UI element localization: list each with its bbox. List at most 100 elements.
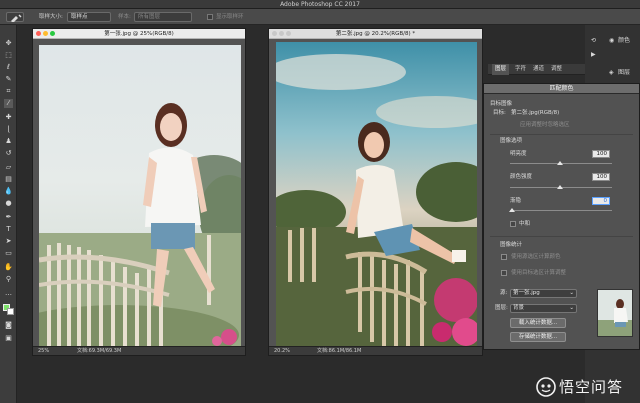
neutralize-label: 中和 [519, 221, 531, 227]
tab-adjustments[interactable]: 调整 [548, 64, 565, 75]
chevron-down-icon: ⌄ [569, 305, 574, 311]
healing-tool-icon[interactable]: ✚ [4, 113, 13, 122]
tab-character[interactable]: 字符 [512, 64, 529, 75]
tools-panel: ✥ ⬚ ℓ ✎ ⌗ ⁄ ✚ ɭ ♟ ↺ ▱ ▤ 💧 ● ✒ T ➤ ▭ ✋ ⚲ … [0, 25, 17, 403]
marquee-tool-icon[interactable]: ⬚ [4, 51, 13, 60]
app-titlebar: Adobe Photoshop CC 2017 [0, 0, 640, 9]
source-select[interactable]: 第一张.jpg ⌄ [510, 289, 577, 298]
document-tab-1[interactable]: 第一张.jpg @ 25%(RGB/8) [33, 29, 245, 39]
save-statistics-button[interactable]: 存储统计数据... [510, 332, 566, 342]
lasso-tool-icon[interactable]: ℓ [4, 63, 13, 72]
shape-tool-icon[interactable]: ▭ [4, 249, 13, 258]
type-tool-icon[interactable]: T [4, 225, 13, 234]
hand-tool-icon[interactable]: ✋ [4, 263, 13, 272]
document-title: 第一张.jpg @ 25%(RGB/8) [104, 31, 174, 37]
layers-panel-tabs: 图层 字符 通道 调整 [488, 64, 585, 75]
divider [490, 236, 633, 237]
screen-mode-icon[interactable]: ▣ [4, 334, 13, 343]
show-ring-checkbox[interactable] [207, 14, 213, 20]
eyedropper-tool-icon[interactable]: ⁄ [4, 99, 13, 108]
document-window-1[interactable]: 第一张.jpg @ 25%(RGB/8) 25% 文档:69.3M/69.3M [32, 28, 246, 356]
sample-label: 样本: [118, 14, 131, 20]
tab-channels[interactable]: 通道 [530, 64, 547, 75]
use-source-selection-checkbox[interactable] [501, 254, 507, 260]
use-target-selection-checkbox[interactable] [501, 270, 507, 276]
blur-tool-icon[interactable]: 💧 [4, 187, 13, 196]
layer-select[interactable]: 背景 ⌄ [510, 304, 577, 313]
background-color-swatch[interactable] [7, 308, 14, 315]
luminance-slider-knob[interactable] [557, 161, 563, 165]
color-intensity-label: 颜色强度 [510, 174, 533, 180]
document-title: 第二张.jpg @ 20.2%(RGB/8) * [335, 31, 416, 37]
zoom-level[interactable]: 20.2% [274, 347, 290, 355]
fade-slider-knob[interactable] [509, 208, 515, 212]
sample-size-label: 取样大小: [39, 14, 63, 20]
document-tab-2[interactable]: 第二张.jpg @ 20.2%(RGB/8) * [269, 29, 482, 39]
use-source-selection-label: 使用源选区计算颜色 [511, 254, 561, 260]
dodge-tool-icon[interactable]: ● [4, 199, 13, 208]
luminance-label: 明亮度 [510, 151, 527, 157]
use-target-selection-label: 使用目标选区计算调整 [511, 270, 567, 276]
color-intensity-input[interactable]: 100 [592, 173, 610, 181]
path-select-tool-icon[interactable]: ➤ [4, 237, 13, 246]
history-brush-tool-icon[interactable]: ↺ [4, 149, 13, 158]
color-intensity-slider-knob[interactable] [557, 185, 563, 189]
target-label: 目标: [493, 110, 506, 116]
layer-label: 图层: [495, 305, 508, 311]
options-bar: 取样大小: 取样点 样本: 所有图层 显示取样环 [0, 9, 640, 25]
quick-select-tool-icon[interactable]: ✎ [4, 75, 13, 84]
clone-stamp-tool-icon[interactable]: ♟ [4, 137, 13, 146]
more-tools-icon[interactable]: … [4, 289, 13, 298]
show-ring-label: 显示取样环 [216, 14, 244, 20]
photo-thumbnail [598, 290, 632, 336]
crop-tool-icon[interactable]: ⌗ [4, 87, 13, 96]
tool-preset-picker[interactable] [6, 12, 24, 22]
wukong-logo-icon [536, 377, 556, 397]
photo-woman-fence-2 [276, 42, 477, 347]
source-preview-thumbnail [597, 289, 633, 337]
dialog-title: 匹配颜色 [484, 84, 639, 94]
gradient-tool-icon[interactable]: ▤ [4, 175, 13, 184]
tab-layers[interactable]: 图层 [492, 64, 510, 75]
watermark: 悟空问答 [536, 377, 640, 397]
neutralize-checkbox[interactable] [510, 221, 516, 227]
document-statusbar-2: 20.2% 文档:86.1M/86.1M [269, 346, 482, 355]
fade-label: 渐隐 [510, 198, 522, 204]
image-stats-label: 图像统计 [500, 242, 523, 248]
photo-woman-fence-1 [39, 45, 241, 347]
document-window-2[interactable]: 第二张.jpg @ 20.2%(RGB/8) * 20.2% 文档:86.1M/… [268, 28, 483, 356]
brush-tool-icon[interactable]: ɭ [4, 125, 13, 134]
image-options-label: 图像选项 [500, 138, 523, 144]
play-icon[interactable]: ▶ [591, 51, 596, 59]
target-section-label: 目标图像 [490, 101, 513, 107]
color-panel-icon[interactable]: ◉ [609, 37, 614, 45]
watermark-text: 悟空问答 [559, 378, 624, 396]
sample-select[interactable]: 所有图层 [134, 12, 192, 22]
sample-size-select[interactable]: 取样点 [67, 12, 111, 22]
chevron-down-icon: ⌄ [569, 290, 574, 296]
load-statistics-button[interactable]: 载入统计数据... [510, 318, 566, 328]
luminance-input[interactable]: 100 [592, 150, 610, 158]
zoom-tool-icon[interactable]: ⚲ [4, 275, 13, 284]
color-panel-label[interactable]: 颜色 [618, 37, 630, 45]
divider [490, 134, 633, 135]
layers-panel-icon[interactable]: ◈ [609, 69, 614, 77]
fade-input[interactable]: 0 [592, 197, 610, 205]
photo-canvas-1[interactable] [39, 45, 241, 347]
match-color-dialog: 匹配颜色 目标图像 目标: 第二张.jpg(RGB/8) 应用调整时忽略选区 图… [483, 83, 640, 350]
eyedropper-icon [11, 14, 22, 22]
ignore-selection-label: 应用调整时忽略选区 [520, 122, 570, 128]
photo-canvas-2[interactable] [276, 42, 477, 347]
quick-mask-icon[interactable]: ◙ [4, 321, 13, 330]
fade-slider-track[interactable] [510, 210, 612, 211]
eraser-tool-icon[interactable]: ▱ [4, 163, 13, 172]
move-tool-icon[interactable]: ✥ [4, 39, 13, 48]
pen-tool-icon[interactable]: ✒ [4, 213, 13, 222]
target-value: 第二张.jpg(RGB/8) [511, 110, 560, 116]
layer-value: 背景 [513, 305, 525, 311]
zoom-level[interactable]: 25% [38, 347, 49, 355]
history-icon[interactable]: ⟲ [591, 37, 596, 45]
window-title: Adobe Photoshop CC 2017 [280, 1, 360, 8]
layers-panel-label[interactable]: 图层 [618, 69, 630, 77]
document-size: 文档:86.1M/86.1M [317, 348, 362, 354]
